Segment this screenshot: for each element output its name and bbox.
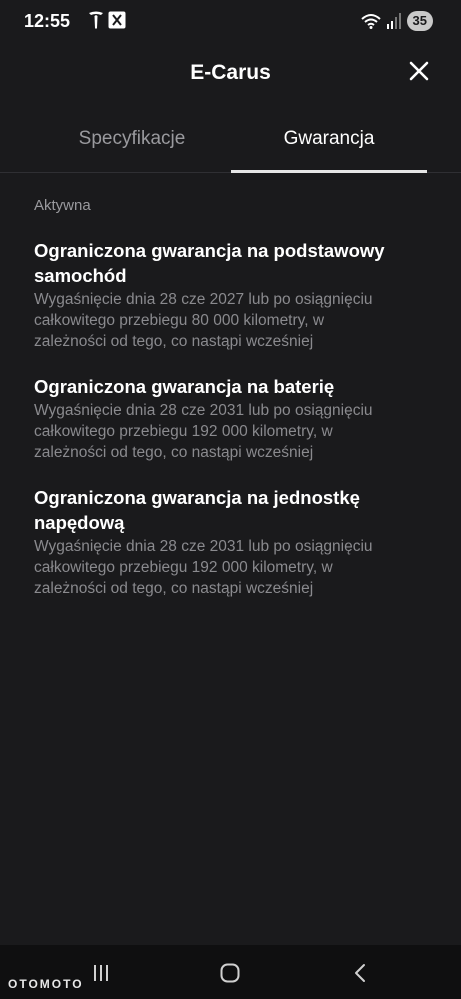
warranty-item-basic: Ograniczona gwarancja na podstawowy samo…: [34, 238, 414, 352]
page-title: E-Carus: [190, 61, 271, 84]
warranty-desc-line: całkowitego przebiegu 80 000 kilometry, …: [34, 312, 325, 329]
warranty-item-drive-unit: Ograniczona gwarancja na jednostkę napęd…: [34, 485, 414, 599]
tab-gwarancja[interactable]: Gwarancja: [231, 128, 427, 150]
warranty-desc-line: całkowitego przebiegu 192 000 kilometry,…: [34, 559, 333, 576]
watermark-logo: OTOMOTO: [8, 977, 84, 991]
tab-bar: Specyfikacje Gwarancja: [0, 118, 461, 173]
warranty-desc-line: zależności od tego, co nastąpi wcześniej: [34, 333, 314, 350]
status-system-icons: 35: [360, 11, 433, 31]
warranty-desc-line: Wygaśnięcie dnia 28 cze 2031 lub po osią…: [34, 402, 373, 419]
back-icon[interactable]: [350, 962, 372, 984]
status-time: 12:55: [24, 11, 71, 31]
warranty-list: Ograniczona gwarancja na podstawowy samo…: [34, 238, 414, 621]
warranty-title: Ograniczona gwarancja na baterię: [34, 376, 335, 397]
status-notification-icons: [88, 11, 126, 29]
close-icon[interactable]: [409, 61, 429, 81]
warranty-desc-line: zależności od tego, co nastąpi wcześniej: [34, 580, 314, 597]
warranty-description: Wygaśnięcie dnia 28 cze 2027 lub po osią…: [34, 289, 414, 352]
battery-indicator: 35: [406, 11, 433, 31]
warranty-desc-line: całkowitego przebiegu 192 000 kilometry,…: [34, 423, 333, 440]
warranty-description: Wygaśnięcie dnia 28 cze 2031 lub po osią…: [34, 536, 414, 599]
wifi-icon: [360, 14, 381, 29]
warranty-desc-line: zależności od tego, co nastąpi wcześniej: [34, 444, 314, 461]
home-icon[interactable]: [219, 962, 241, 984]
tesla-icon: [89, 11, 103, 29]
system-nav-bar: OTOMOTO: [0, 945, 461, 999]
warranty-item-battery: Ograniczona gwarancja na baterię Wygaśni…: [34, 374, 414, 463]
warranty-title: Ograniczona gwarancja na podstawowy samo…: [34, 240, 385, 286]
warranty-title: Ograniczona gwarancja na jednostkę napęd…: [34, 487, 360, 533]
active-tab-indicator: [231, 170, 427, 173]
warranty-desc-line: Wygaśnięcie dnia 28 cze 2027 lub po osią…: [34, 291, 373, 308]
warranty-description: Wygaśnięcie dnia 28 cze 2031 lub po osią…: [34, 400, 414, 463]
app-icon: [108, 11, 126, 29]
section-label: Aktywna: [34, 197, 91, 214]
warranty-desc-line: Wygaśnięcie dnia 28 cze 2031 lub po osią…: [34, 538, 373, 555]
status-bar: 12:55 35: [0, 0, 461, 42]
recent-apps-icon[interactable]: [90, 962, 112, 984]
tab-specyfikacje[interactable]: Specyfikacje: [34, 128, 230, 150]
signal-icon: [386, 13, 401, 29]
